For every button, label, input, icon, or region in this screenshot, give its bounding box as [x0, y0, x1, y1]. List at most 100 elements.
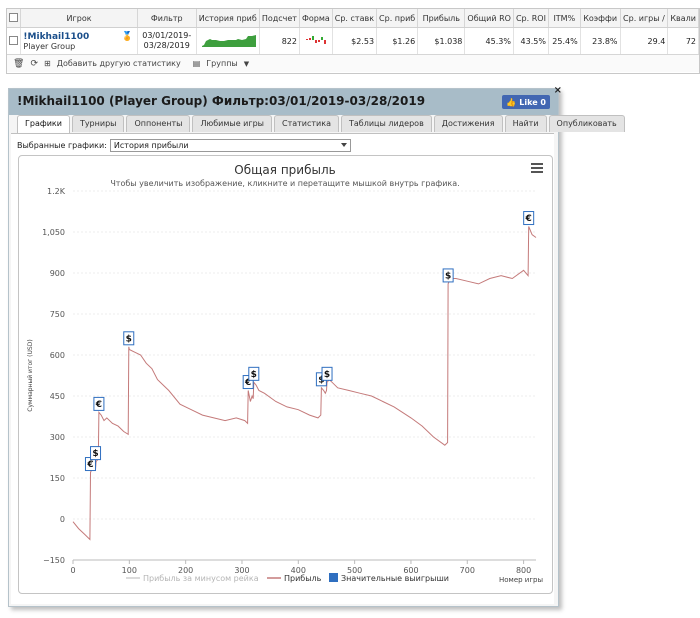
row-checkbox[interactable] — [7, 27, 22, 55]
thumbs-up-icon: 👍 — [506, 97, 517, 107]
tab-achievements[interactable]: Достижения — [433, 115, 503, 132]
form-sparkbars — [299, 27, 333, 55]
marker-symbol: € — [95, 400, 102, 410]
big-win-marker: $ — [248, 366, 260, 381]
tab-tournaments[interactable]: Турниры — [71, 115, 125, 132]
legend-item-profit[interactable]: Прибыль — [284, 574, 322, 583]
y-tick-label: 750 — [50, 310, 65, 319]
tab-favorite-games[interactable]: Любимые игры — [192, 115, 272, 132]
y-tick-label: 0 — [60, 515, 65, 524]
tab-leaderboards[interactable]: Таблицы лидеров — [340, 115, 432, 132]
y-tick-label: 150 — [50, 474, 65, 483]
legend-swatch-big-wins — [329, 573, 338, 582]
chart-select-row: Выбранные графики: История прибыли — [17, 139, 351, 152]
col-header-avg-roi[interactable]: Ср. ROI — [513, 9, 549, 28]
stats-table: Игрок Фильтр История приб Подсчет Форма … — [7, 9, 699, 55]
col-header-total-roi[interactable]: Общий RO — [464, 9, 514, 28]
chart-legend: Прибыль за минусом рейка Прибыль Значите… — [126, 573, 449, 583]
avg-roi-value: 43.5% — [513, 27, 549, 55]
chart-series — [72, 226, 537, 541]
panel-header: !Mikhail1100 (Player Group) Фильтр:03/01… — [9, 85, 562, 115]
marker-symbol: € — [86, 460, 93, 470]
x-tick-label: 0 — [70, 566, 75, 575]
y-tick-label: 450 — [50, 392, 65, 401]
groups-button[interactable]: Группы — [206, 59, 237, 68]
select-all-checkbox[interactable] — [7, 9, 22, 28]
marker-symbol: $ — [324, 370, 330, 380]
quali-value: 72 — [667, 27, 699, 55]
player-cell[interactable]: !Mikhail1100 Player Group 🏅 — [20, 27, 138, 55]
big-win-marker: $ — [90, 446, 102, 461]
profit-history-sparkline[interactable] — [196, 27, 260, 55]
col-header-avg-profit[interactable]: Ср. приб — [376, 9, 419, 28]
player-details-panel: !Mikhail1100 (Player Group) Фильтр:03/01… — [8, 85, 625, 607]
y-tick-label: 300 — [50, 433, 65, 442]
col-header-form[interactable]: Форма — [299, 9, 333, 28]
marker-symbol: $ — [445, 271, 451, 281]
chart-select-dropdown[interactable]: История прибыли — [109, 139, 351, 152]
col-header-quali[interactable]: Квали — [667, 9, 699, 28]
col-header-profit[interactable]: Прибыль — [417, 9, 466, 28]
tab-publish[interactable]: Опубликовать — [548, 115, 625, 132]
series-line-profit — [72, 226, 537, 541]
legend-item-net-profit[interactable]: Прибыль за минусом рейка — [143, 574, 259, 583]
hamburger-menu-icon[interactable] — [531, 163, 543, 173]
y-tick-label: 1.2K — [47, 187, 66, 196]
chevron-down-icon[interactable]: ▼ — [244, 60, 249, 68]
stats-table-panel: Игрок Фильтр История приб Подсчет Форма … — [6, 8, 700, 74]
trash-icon[interactable]: 🗑 — [13, 59, 24, 69]
avg-stake-value: $2.53 — [332, 27, 378, 55]
like-label: Like 0 — [519, 97, 546, 107]
tab-opponents[interactable]: Оппоненты — [126, 115, 191, 132]
tab-find[interactable]: Найти — [504, 115, 547, 132]
col-header-coef[interactable]: Коэффи — [580, 9, 621, 28]
sparkline-graphic — [201, 35, 256, 47]
tab-statistics[interactable]: Статистика — [273, 115, 339, 132]
col-header-avg-games[interactable]: Ср. игры / — [620, 9, 669, 28]
marker-symbol: € — [525, 214, 532, 224]
y-tick-label: 1,050 — [42, 228, 65, 237]
add-stat-icon: ⊞ — [43, 59, 51, 68]
count-value: 822 — [259, 27, 300, 55]
legend-item-big-wins[interactable]: Значительные выигрыши — [341, 574, 449, 583]
refresh-icon[interactable]: ⟳ — [30, 59, 38, 69]
chart-title: Общая прибыль — [234, 163, 335, 177]
tab-charts[interactable]: Графики — [17, 115, 70, 133]
avg-games-value: 29.4 — [620, 27, 669, 55]
x-axis-ticks: 0 100 200 300 400 500 600 700 800 — [70, 560, 531, 575]
y-axis-ticks: −150 0 150 300 450 600 750 900 1,050 1.2K — [42, 187, 66, 565]
itm-value: 25.4% — [548, 27, 581, 55]
marker-symbol: $ — [126, 334, 132, 344]
table-row: !Mikhail1100 Player Group 🏅 03/01/2019- … — [7, 27, 699, 55]
big-win-marker: € — [93, 396, 105, 411]
groups-icon: ▤ — [192, 59, 201, 68]
y-axis-label: Суммарный итог (USD) — [27, 339, 34, 411]
x-tick-label: 100 — [122, 566, 137, 575]
y-tick-label: 900 — [50, 269, 65, 278]
marker-symbol: $ — [251, 370, 257, 380]
add-stat-button[interactable]: Добавить другую статистику — [57, 59, 181, 68]
total-roi-value: 45.3% — [464, 27, 514, 55]
profit-chart[interactable]: Общая прибыль Чтобы увеличить изображени… — [19, 156, 552, 593]
coef-value: 23.8% — [580, 27, 621, 55]
table-toolbar: 🗑 ⟳ ⊞ Добавить другую статистику ▤ Групп… — [7, 55, 699, 72]
col-header-itm[interactable]: ITM% — [548, 9, 581, 28]
col-header-avg-stake[interactable]: Ср. ставк — [332, 9, 378, 28]
x-axis-label: Номер игры — [499, 576, 543, 584]
medal-icon: 🏅 — [121, 32, 133, 42]
col-header-player[interactable]: Игрок — [20, 9, 138, 28]
facebook-like-button[interactable]: 👍 Like 0 — [502, 95, 550, 109]
y-tick-label: 600 — [50, 351, 65, 360]
profit-chart-container: Общая прибыль Чтобы увеличить изображени… — [18, 155, 553, 594]
panel-tabs: Графики Турниры Оппоненты Любимые игры С… — [17, 115, 625, 133]
big-win-marker: € — [523, 211, 535, 226]
chart-markers: €$€$€$$$$€ — [84, 211, 535, 472]
close-icon[interactable]: × — [554, 85, 562, 96]
col-header-profit-history[interactable]: История приб — [196, 9, 260, 28]
chart-subtitle: Чтобы увеличить изображение, кликните и … — [110, 179, 459, 188]
col-header-count[interactable]: Подсчет — [259, 9, 300, 28]
chart-select-label: Выбранные графики: — [17, 141, 107, 150]
form-bars-graphic — [305, 36, 326, 44]
col-header-filter[interactable]: Фильтр — [137, 9, 197, 28]
player-name-link[interactable]: !Mikhail1100 — [23, 32, 134, 42]
